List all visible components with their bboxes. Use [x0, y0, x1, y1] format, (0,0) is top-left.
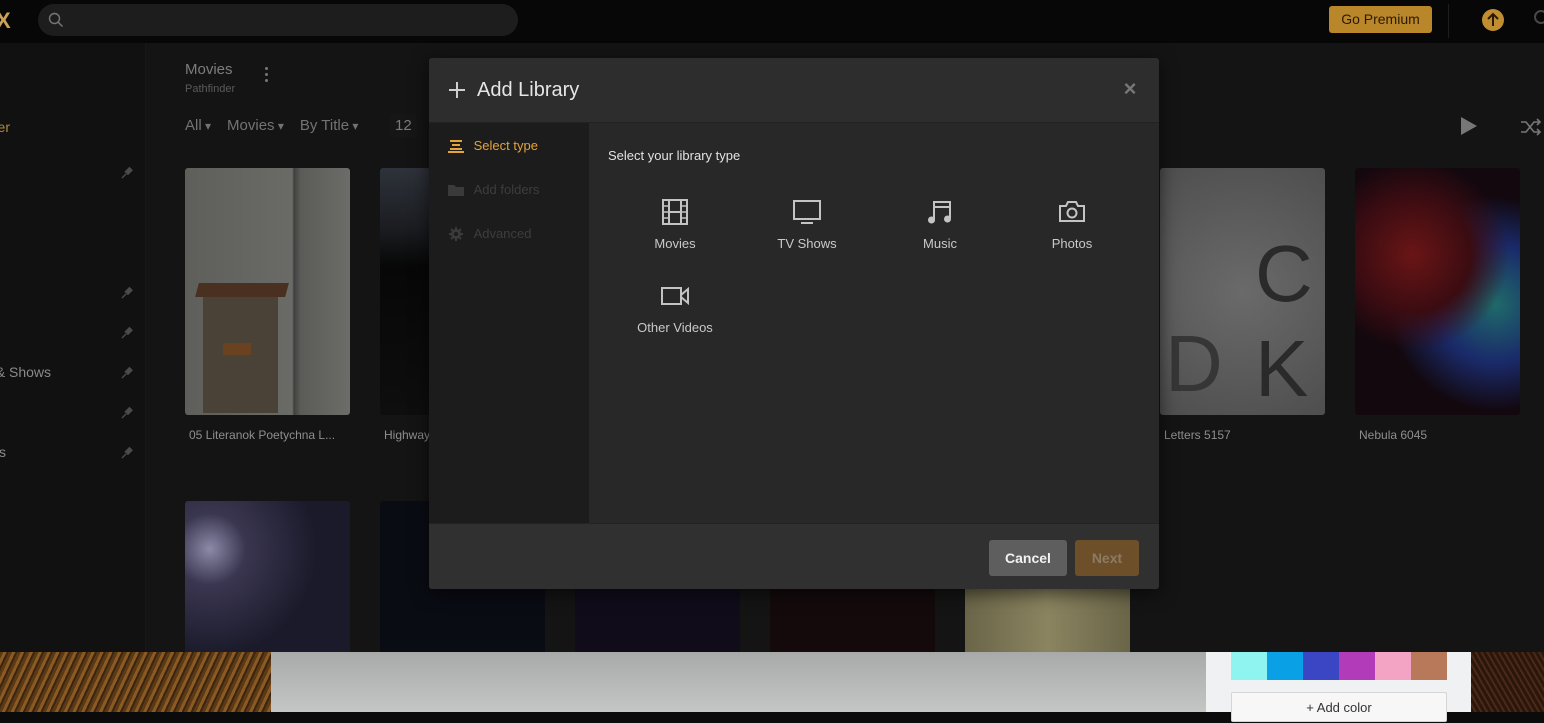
app-window: X Go Premium er & Shows s Movies Pathfin…: [0, 0, 1544, 652]
color-swatch[interactable]: [1231, 652, 1267, 680]
poster-image[interactable]: [1355, 168, 1520, 415]
wallpaper: [1471, 652, 1544, 712]
color-swatch[interactable]: [1303, 652, 1339, 680]
filter-all-dropdown[interactable]: All: [185, 117, 211, 134]
poster-image[interactable]: [185, 501, 350, 652]
filter-type-dropdown[interactable]: Movies: [227, 117, 284, 134]
pin-icon[interactable]: [120, 286, 134, 300]
color-swatch[interactable]: [1267, 652, 1303, 680]
sidebar-item[interactable]: s: [0, 444, 146, 464]
sidebar-item[interactable]: [0, 324, 146, 344]
sidebar-item[interactable]: er: [0, 119, 146, 139]
sidebar-item[interactable]: [0, 404, 146, 424]
next-button[interactable]: Next: [1075, 540, 1139, 576]
poster-image[interactable]: C D K: [1160, 168, 1325, 415]
play-icon[interactable]: [1461, 117, 1477, 135]
activity-icon[interactable]: [1534, 10, 1544, 24]
step-advanced: Advanced: [448, 225, 531, 245]
poster-title[interactable]: 05 Literanok Poetychna L...: [189, 428, 335, 442]
arrow-up-circle-icon[interactable]: [1482, 9, 1504, 31]
pin-icon[interactable]: [120, 366, 134, 380]
library-type-music[interactable]: Music: [874, 198, 1006, 268]
color-swatch[interactable]: [1339, 652, 1375, 680]
add-library-dialog: Add Library × Select type Add folders Ad…: [429, 58, 1159, 589]
close-icon[interactable]: ×: [1119, 78, 1141, 100]
app-logo[interactable]: X: [0, 8, 11, 34]
library-type-panel: Select your library type Movies TV Shows…: [589, 123, 1159, 523]
background-window-strip: + Add color: [0, 652, 1544, 722]
poster-title[interactable]: Nebula 6045: [1359, 428, 1427, 442]
dialog-footer: Cancel Next: [429, 523, 1159, 589]
poster-image[interactable]: [185, 168, 350, 415]
color-swatches: [1231, 652, 1447, 680]
pin-icon[interactable]: [120, 326, 134, 340]
library-type-tv-shows[interactable]: TV Shows: [741, 198, 873, 268]
shuffle-icon[interactable]: [1519, 116, 1543, 138]
cancel-button[interactable]: Cancel: [989, 540, 1067, 576]
list-icon: [448, 139, 464, 153]
library-title: Movies: [185, 61, 233, 78]
step-select-type[interactable]: Select type: [448, 137, 538, 157]
pin-icon[interactable]: [120, 406, 134, 420]
dialog-header: Add Library ×: [429, 58, 1159, 123]
music-note-icon: [928, 201, 951, 224]
add-color-button[interactable]: + Add color: [1231, 692, 1447, 722]
pin-icon[interactable]: [120, 166, 134, 180]
pin-icon[interactable]: [120, 446, 134, 460]
film-icon: [662, 199, 688, 225]
item-count-badge: 12: [390, 114, 417, 137]
wallpaper: [0, 652, 271, 712]
library-type-movies[interactable]: Movies: [609, 198, 741, 268]
camera-icon: [1059, 201, 1085, 222]
background-window: [271, 652, 1206, 712]
sidebar-item-tv-shows[interactable]: & Shows: [0, 364, 146, 384]
tv-icon: [793, 200, 821, 224]
video-camera-icon: [661, 286, 689, 306]
color-swatch[interactable]: [1375, 652, 1411, 680]
search-icon: [48, 12, 63, 27]
search-input[interactable]: [38, 4, 518, 36]
library-subtitle: Pathfinder: [185, 83, 236, 95]
step-add-folders: Add folders: [448, 181, 539, 201]
library-type-photos[interactable]: Photos: [1006, 198, 1138, 268]
sidebar: er & Shows s: [0, 43, 146, 652]
gear-icon: [449, 226, 463, 241]
filter-bar: All Movies By Title: [185, 117, 358, 134]
poster-title[interactable]: Highway: [384, 428, 430, 442]
go-premium-button[interactable]: Go Premium: [1329, 6, 1432, 33]
select-type-prompt: Select your library type: [608, 148, 741, 163]
color-swatch[interactable]: [1411, 652, 1447, 680]
library-type-other-videos[interactable]: Other Videos: [609, 282, 741, 352]
sidebar-item[interactable]: [0, 164, 146, 184]
more-options-icon[interactable]: [262, 67, 270, 87]
dialog-title: Add Library: [477, 79, 580, 101]
poster-title[interactable]: Letters 5157: [1164, 428, 1231, 442]
top-bar: X Go Premium: [0, 0, 1544, 43]
wizard-steps: Select type Add folders Advanced: [429, 123, 589, 523]
plus-icon: [449, 82, 465, 98]
sidebar-item[interactable]: [0, 284, 146, 304]
poster-image[interactable]: [380, 168, 430, 415]
folder-icon: [448, 184, 464, 196]
sort-dropdown[interactable]: By Title: [300, 117, 359, 134]
divider: [1448, 4, 1449, 38]
